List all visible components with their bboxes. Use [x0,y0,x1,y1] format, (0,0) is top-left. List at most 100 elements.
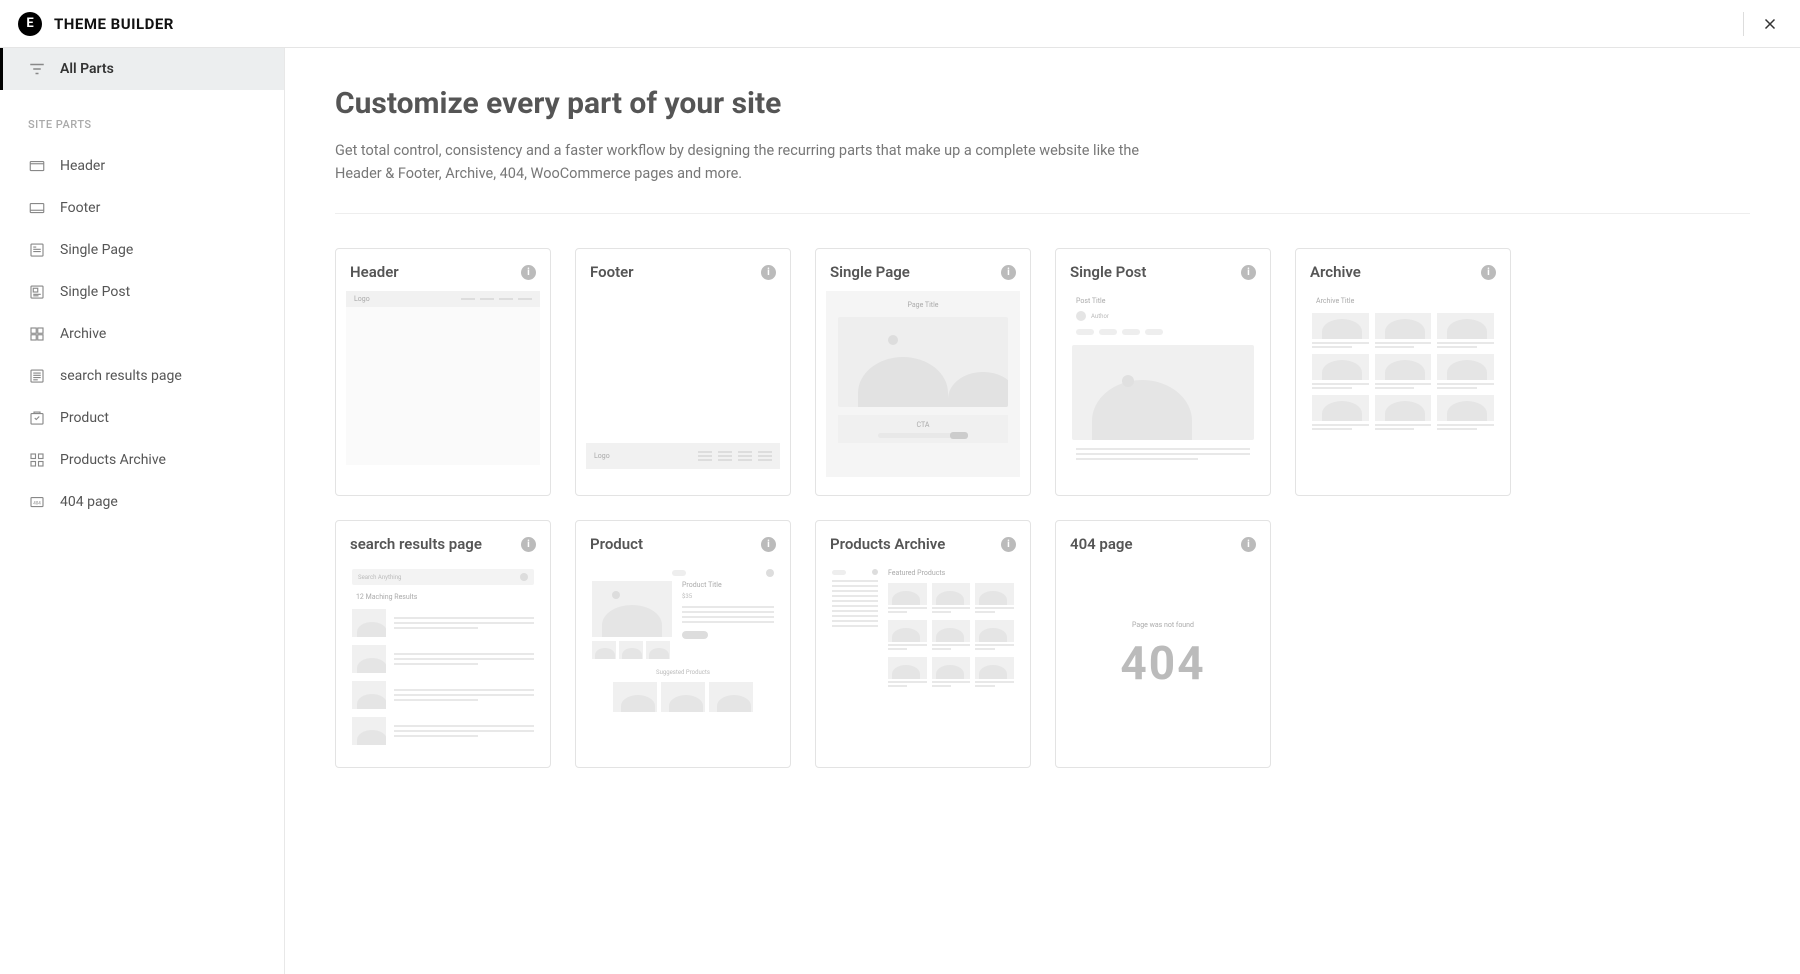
card-header-row: Header i [336,249,550,291]
page-description: Get total control, consistency and a fas… [335,139,1155,185]
card-preview: Product Title $35 Suggested Products [576,563,790,767]
app-header: E THEME BUILDER [0,0,1800,48]
svg-text:404: 404 [33,500,41,506]
card-archive[interactable]: Archive i Archive Title [1295,248,1511,496]
info-icon[interactable]: i [1481,265,1496,280]
card-title: Products Archive [830,535,945,553]
mock-featured-title: Featured Products [888,569,1014,577]
card-header-row: Products Archive i [816,521,1030,563]
mock-post-title: Post Title [1076,297,1254,305]
single-post-icon [28,283,46,301]
sidebar-item-single-post[interactable]: Single Post [0,271,284,313]
mock-product-title: Product Title [682,581,774,589]
info-icon[interactable]: i [1241,265,1256,280]
product-icon [28,409,46,427]
archive-icon [28,325,46,343]
mock-page-title: Page Title [907,301,938,309]
sidebar-all-parts-label: All Parts [60,61,114,77]
card-header-row: Single Page i [816,249,1030,291]
card-title: Single Page [830,263,910,281]
card-preview: Logo [336,291,550,495]
filter-icon [28,60,46,78]
card-title: Footer [590,263,634,281]
card-preview: Page Title CTA [816,291,1030,495]
card-header-row: Single Post i [1056,249,1270,291]
sidebar-item-label: Single Page [60,242,133,258]
sidebar-item-footer[interactable]: Footer [0,187,284,229]
sidebar-item-404[interactable]: 404 404 page [0,481,284,523]
card-preview: Post Title Author [1056,291,1270,495]
mock-cta-text: CTA [917,421,930,429]
card-title: Header [350,263,399,281]
card-header-row: Footer i [576,249,790,291]
sidebar-all-parts[interactable]: All Parts [0,48,284,90]
info-icon[interactable]: i [521,265,536,280]
mock-logo-text: Logo [354,295,370,303]
sidebar-item-header[interactable]: Header [0,145,284,187]
close-button[interactable] [1758,12,1782,36]
card-search-results[interactable]: search results page i Search Anything 12… [335,520,551,768]
header-divider [1743,12,1744,36]
error-404-icon: 404 [28,493,46,511]
sidebar-item-label: Header [60,158,105,174]
sidebar-item-products-archive[interactable]: Products Archive [0,439,284,481]
card-title: Single Post [1070,263,1146,281]
sidebar-item-label: 404 page [60,494,118,510]
search-results-icon [28,367,46,385]
app-title: THEME BUILDER [54,15,174,33]
info-icon[interactable]: i [1001,537,1016,552]
sidebar-item-single-page[interactable]: Single Page [0,229,284,271]
layout: All Parts SITE PARTS Header Footer Singl… [0,48,1800,974]
card-preview: Featured Products [816,563,1030,767]
card-single-post[interactable]: Single Post i Post Title Author [1055,248,1271,496]
card-title: search results page [350,535,482,553]
card-preview: Page was not found 404 [1056,563,1270,767]
header-icon [28,157,46,175]
card-preview: Archive Title [1296,291,1510,495]
card-header-row: Product i [576,521,790,563]
sidebar-item-label: Products Archive [60,452,166,468]
card-header[interactable]: Header i Logo [335,248,551,496]
products-archive-icon [28,451,46,469]
app-header-right [1743,12,1782,36]
mock-product-price: $35 [682,593,774,600]
sidebar-item-label: Archive [60,326,106,342]
divider [335,213,1750,214]
mock-search-count: 12 Maching Results [356,593,534,601]
card-header-row: 404 page i [1056,521,1270,563]
mock-logo-text: Logo [594,452,610,460]
sidebar-item-archive[interactable]: Archive [0,313,284,355]
single-page-icon [28,241,46,259]
sidebar: All Parts SITE PARTS Header Footer Singl… [0,48,285,974]
card-products-archive[interactable]: Products Archive i [815,520,1031,768]
mock-archive-title: Archive Title [1316,297,1494,305]
sidebar-item-product[interactable]: Product [0,397,284,439]
mock-404-number: 404 [1120,637,1205,691]
sidebar-section-label: SITE PARTS [0,90,284,145]
sidebar-item-label: search results page [60,368,182,384]
app-logo-letter: E [26,16,33,31]
card-title: Product [590,535,643,553]
mock-404-message: Page was not found [1132,621,1194,629]
mock-search-placeholder: Search Anything [358,574,401,581]
info-icon[interactable]: i [1001,265,1016,280]
card-footer[interactable]: Footer i Logo [575,248,791,496]
card-product[interactable]: Product i Product Title [575,520,791,768]
card-header-row: Archive i [1296,249,1510,291]
info-icon[interactable]: i [521,537,536,552]
app-logo: E [18,12,42,36]
card-header-row: search results page i [336,521,550,563]
card-single-page[interactable]: Single Page i Page Title CTA [815,248,1031,496]
sidebar-item-search-results[interactable]: search results page [0,355,284,397]
page-title: Customize every part of your site [335,86,1750,121]
info-icon[interactable]: i [761,537,776,552]
card-title: Archive [1310,263,1361,281]
info-icon[interactable]: i [1241,537,1256,552]
card-404[interactable]: 404 page i Page was not found 404 [1055,520,1271,768]
mock-author-text: Author [1091,313,1109,320]
card-title: 404 page [1070,535,1133,553]
main-content: Customize every part of your site Get to… [285,48,1800,974]
sidebar-item-label: Single Post [60,284,130,300]
info-icon[interactable]: i [761,265,776,280]
app-header-left: E THEME BUILDER [18,12,174,36]
